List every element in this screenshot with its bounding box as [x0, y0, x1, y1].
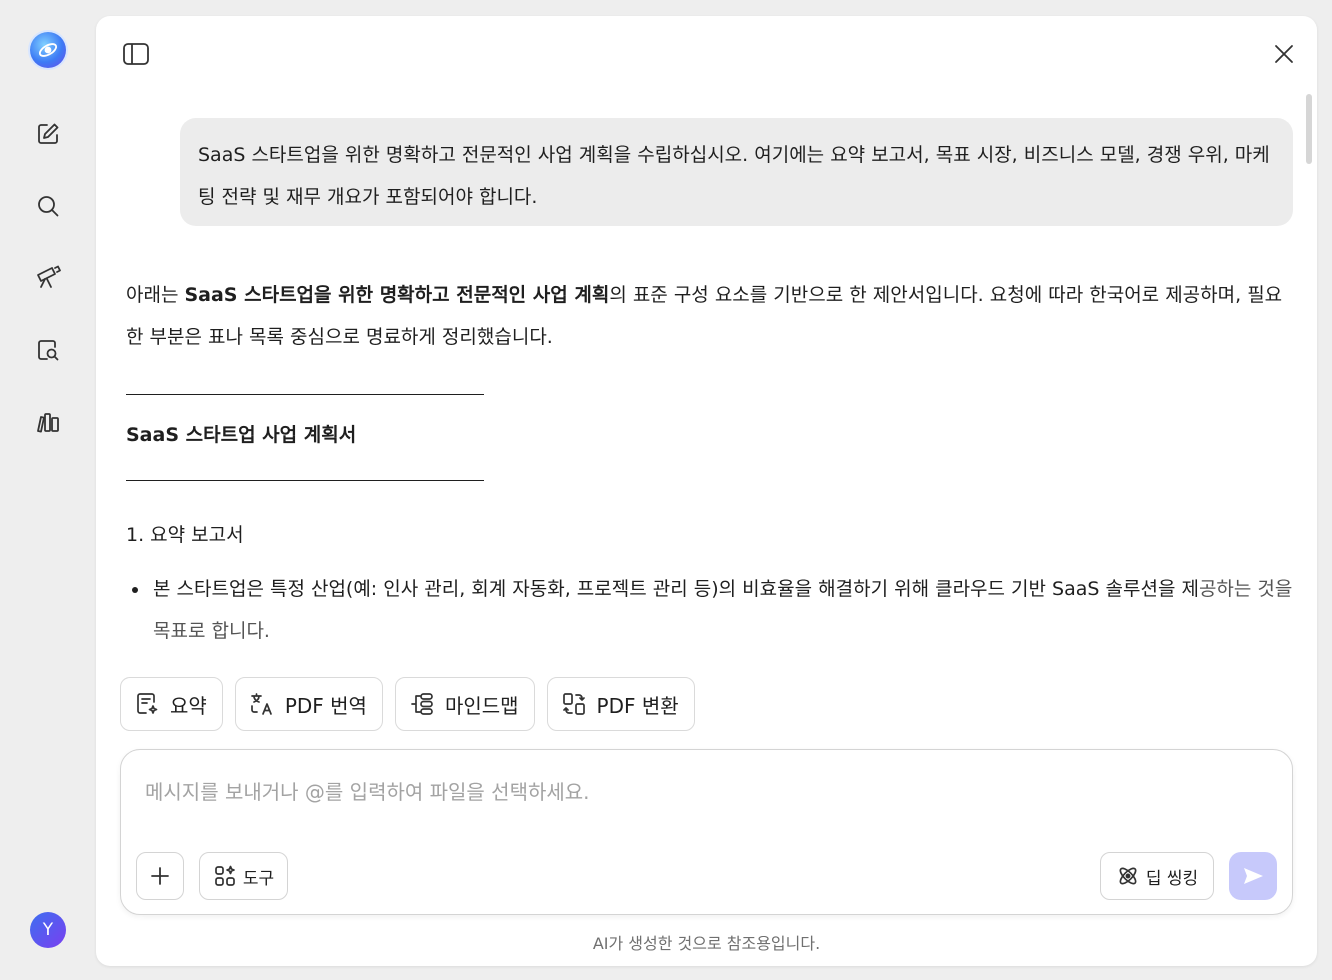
summary-button[interactable]: 요약 [120, 677, 223, 731]
pdf-translate-label: PDF 번역 [284, 693, 367, 718]
pdf-convert-button[interactable]: PDF 변환 [546, 677, 695, 731]
answer-intro: 아래는 SaaS 스타트업을 위한 명확하고 전문적인 사업 계획의 표준 구성… [126, 274, 1296, 358]
tools-button[interactable]: 도구 [199, 852, 288, 900]
library-icon[interactable] [30, 404, 66, 440]
intro-prefix: 아래는 [126, 284, 185, 306]
user-message-bubble: SaaS 스타트업을 위한 명확하고 전문적인 사업 계획을 수립하십시오. 여… [180, 118, 1293, 226]
send-button[interactable] [1229, 852, 1277, 900]
new-chat-icon[interactable] [30, 116, 66, 152]
summary-label: 요약 [170, 693, 207, 718]
assistant-answer: 아래는 SaaS 스타트업을 위한 명확하고 전문적인 사업 계획의 표준 구성… [126, 274, 1296, 358]
divider-top [126, 394, 484, 395]
message-composer: 도구 딥 씽킹 [120, 749, 1293, 915]
plus-icon [151, 867, 169, 885]
mindmap-icon [411, 693, 433, 715]
deep-thinking-label: 딥 씽킹 [1145, 868, 1199, 889]
bullet-text: 본 스타트업은 특정 산업(예: 인사 관리, 회계 자동화, 프로젝트 관리 … [153, 578, 1199, 600]
sidebar-toggle-icon[interactable] [120, 38, 152, 70]
send-icon [1244, 868, 1263, 884]
atom-icon [1119, 867, 1137, 885]
user-avatar[interactable]: Y [30, 912, 66, 948]
tools-label: 도구 [242, 868, 275, 889]
tools-icon [215, 865, 235, 886]
close-icon[interactable] [1268, 38, 1300, 70]
divider-bottom [126, 480, 484, 481]
message-input[interactable] [145, 776, 1265, 816]
mindmap-label: 마인드맵 [444, 693, 519, 718]
section-title: SaaS 스타트업 사업 계획서 [126, 424, 357, 446]
search-icon[interactable] [30, 188, 66, 224]
convert-icon [562, 693, 585, 715]
add-attachment-button[interactable] [136, 852, 184, 900]
translate-icon [250, 693, 272, 715]
telescope-icon[interactable] [30, 258, 66, 294]
pdf-convert-label: PDF 변환 [596, 693, 679, 718]
quick-actions: 요약 PDF 번역 마인드맵 PDF 변환 [120, 677, 695, 731]
user-message-text: SaaS 스타트업을 위한 명확하고 전문적인 사업 계획을 수립하십시오. 여… [198, 144, 1270, 208]
chat-panel: SaaS 스타트업을 위한 명확하고 전문적인 사업 계획을 수립하십시오. 여… [96, 16, 1317, 966]
document-search-icon[interactable] [30, 332, 66, 368]
sidebar-rail: Y [0, 0, 96, 980]
ai-disclaimer: AI가 생성한 것으로 참조용입니다. [592, 934, 821, 953]
list-item: 본 스타트업은 특정 산업(예: 인사 관리, 회계 자동화, 프로젝트 관리 … [126, 568, 1296, 652]
answer-heading-1: 1. 요약 보고서 [126, 524, 244, 546]
pdf-translate-button[interactable]: PDF 번역 [234, 677, 383, 731]
intro-bold: SaaS 스타트업을 위한 명확하고 전문적인 사업 계획 [184, 284, 610, 306]
avatar-initial: Y [42, 920, 54, 940]
app-logo-icon[interactable] [30, 32, 66, 68]
summary-icon [137, 693, 158, 714]
deep-thinking-button[interactable]: 딥 씽킹 [1100, 852, 1214, 900]
mindmap-button[interactable]: 마인드맵 [394, 677, 535, 731]
scrollbar-thumb[interactable] [1306, 94, 1312, 164]
